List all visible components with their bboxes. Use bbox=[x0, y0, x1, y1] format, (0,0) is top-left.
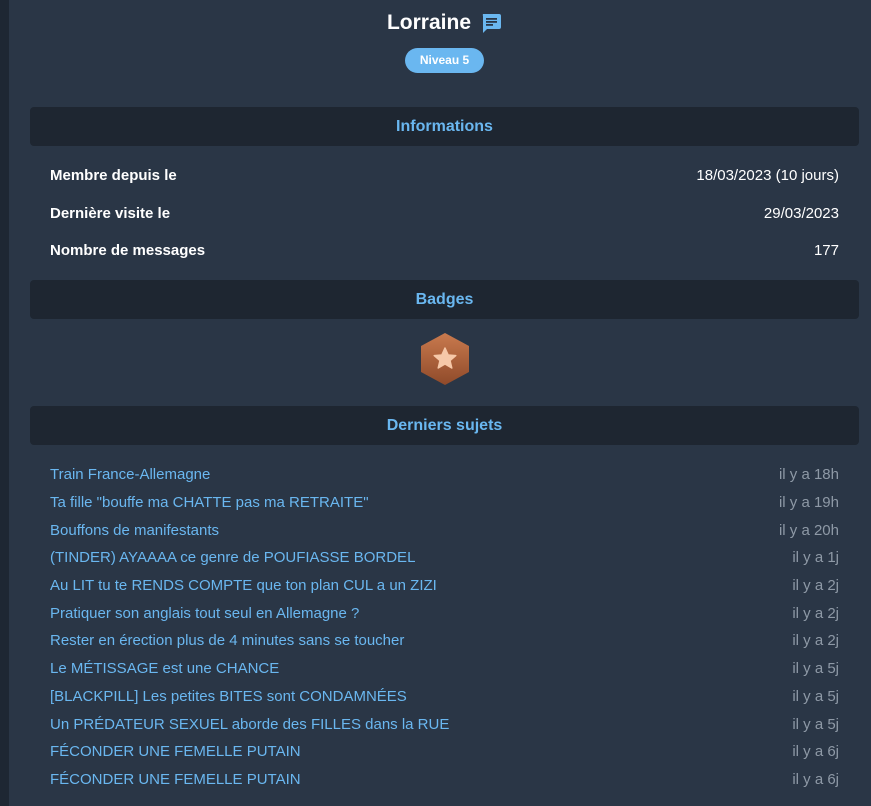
topic-time: il y a 1j bbox=[792, 549, 839, 567]
profile-page: Lorraine Niveau 5 Informations Membre de… bbox=[30, 0, 859, 806]
topic-time: il y a 19h bbox=[778, 494, 839, 512]
topic-link[interactable]: Train France-Allemagne bbox=[50, 466, 210, 483]
topic-link[interactable]: FÉCONDER UNE FEMELLE PUTAIN bbox=[50, 771, 301, 788]
topic-link[interactable]: Bouffons de manifestants bbox=[50, 522, 219, 539]
topic-row: Bouffons de manifestants il y a 20h bbox=[50, 516, 839, 544]
info-label: Membre depuis le bbox=[50, 166, 177, 184]
topic-link[interactable]: Le MÉTISSAGE est une CHANCE bbox=[50, 660, 279, 677]
topic-row: Train France-Allemagne il y a 18h bbox=[50, 461, 839, 489]
topic-link[interactable]: FÉCONDER UNE FEMELLE PUTAIN bbox=[50, 743, 301, 760]
badges-section-header: Badges bbox=[30, 280, 859, 319]
topic-row: Ta fille "bouffe ma CHATTE pas ma RETRAI… bbox=[50, 489, 839, 517]
topic-time: il y a 18h bbox=[778, 466, 839, 484]
chat-message-icon[interactable] bbox=[480, 12, 502, 34]
topic-row: FÉCONDER UNE FEMELLE PUTAIN il y a 6j bbox=[50, 738, 839, 766]
topic-row: Pratiquer son anglais tout seul en Allem… bbox=[50, 599, 839, 627]
username: Lorraine bbox=[386, 11, 472, 34]
level-badge: Niveau 5 bbox=[404, 48, 485, 73]
topic-time: il y a 2j bbox=[792, 577, 839, 595]
profile-header: Lorraine bbox=[30, 8, 859, 38]
topic-list: Train France-Allemagne il y a 18h Ta fil… bbox=[50, 461, 839, 793]
info-row-last-visit: Dernière visite le 29/03/2023 bbox=[50, 203, 839, 223]
topic-row: Au LIT tu te RENDS COMPTE que ton plan C… bbox=[50, 572, 839, 600]
topics-title: Derniers sujets bbox=[386, 416, 503, 434]
info-value: 177 bbox=[813, 241, 839, 259]
topic-row: [BLACKPILL] Les petites BITES sont CONDA… bbox=[50, 683, 839, 711]
info-row-member-since: Membre depuis le 18/03/2023 (10 jours) bbox=[50, 165, 839, 185]
topic-time: il y a 6j bbox=[792, 770, 839, 788]
topic-row: Un PRÉDATEUR SEXUEL aborde des FILLES da… bbox=[50, 710, 839, 738]
topic-time: il y a 2j bbox=[792, 632, 839, 650]
topic-time: il y a 5j bbox=[792, 660, 839, 678]
topic-link[interactable]: Un PRÉDATEUR SEXUEL aborde des FILLES da… bbox=[50, 716, 449, 733]
informations-section-header: Informations bbox=[30, 107, 859, 146]
badges-title: Badges bbox=[415, 290, 474, 308]
info-label: Nombre de messages bbox=[50, 241, 206, 259]
topic-row: Le MÉTISSAGE est une CHANCE il y a 5j bbox=[50, 655, 839, 683]
topic-time: il y a 5j bbox=[792, 687, 839, 705]
topic-link[interactable]: Au LIT tu te RENDS COMPTE que ton plan C… bbox=[50, 577, 437, 594]
topics-section-header: Derniers sujets bbox=[30, 406, 859, 445]
left-edge-panel bbox=[0, 0, 9, 806]
topic-row: Rester en érection plus de 4 minutes san… bbox=[50, 627, 839, 655]
topic-time: il y a 2j bbox=[792, 604, 839, 622]
topic-link[interactable]: (TINDER) AYAAAA ce genre de POUFIASSE BO… bbox=[50, 549, 415, 566]
topic-time: il y a 6j bbox=[792, 743, 839, 761]
topic-link[interactable]: Pratiquer son anglais tout seul en Allem… bbox=[50, 605, 359, 622]
informations-title: Informations bbox=[396, 117, 493, 135]
info-row-message-count: Nombre de messages 177 bbox=[50, 240, 839, 260]
topic-link[interactable]: Ta fille "bouffe ma CHATTE pas ma RETRAI… bbox=[50, 494, 369, 511]
info-value: 18/03/2023 (10 jours) bbox=[696, 166, 839, 184]
topic-row: (TINDER) AYAAAA ce genre de POUFIASSE BO… bbox=[50, 544, 839, 572]
info-value: 29/03/2023 bbox=[763, 204, 839, 222]
topic-link[interactable]: Rester en érection plus de 4 minutes san… bbox=[50, 632, 404, 649]
topic-link[interactable]: [BLACKPILL] Les petites BITES sont CONDA… bbox=[50, 688, 407, 705]
topic-time: il y a 5j bbox=[792, 715, 839, 733]
topic-time: il y a 20h bbox=[778, 521, 839, 539]
info-label: Dernière visite le bbox=[50, 204, 171, 222]
topic-row: FÉCONDER UNE FEMELLE PUTAIN il y a 6j bbox=[50, 766, 839, 794]
bronze-star-badge-icon[interactable] bbox=[419, 332, 471, 386]
